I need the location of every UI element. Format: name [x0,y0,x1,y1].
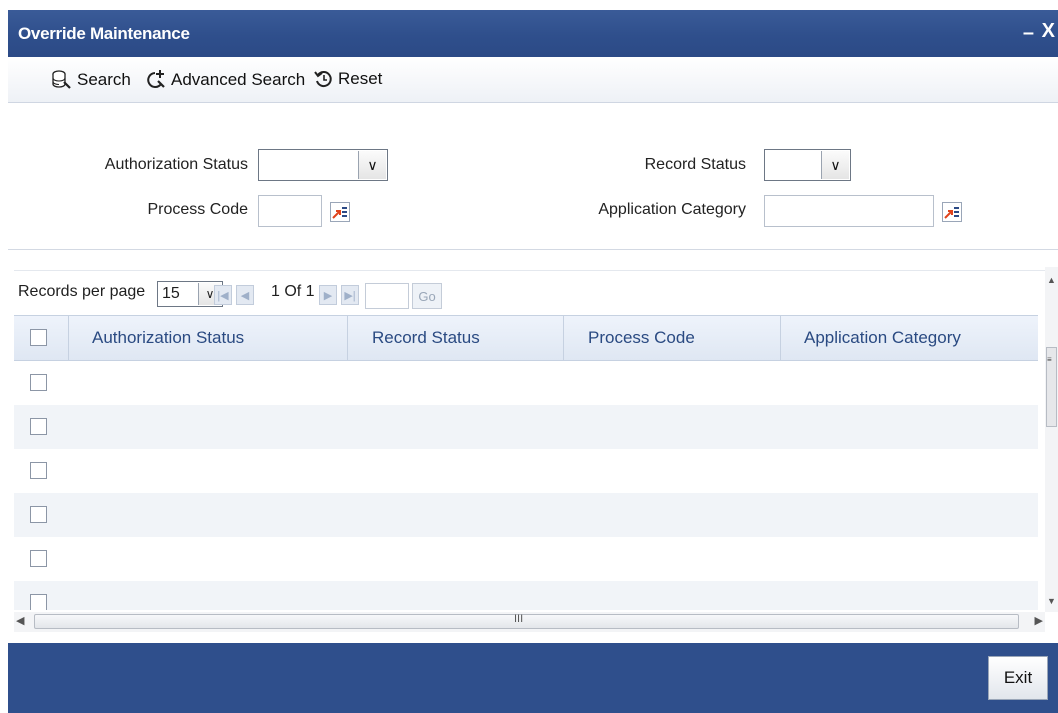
table-row[interactable] [14,361,1038,405]
application-category-input[interactable] [764,195,934,227]
column-divider [780,316,781,360]
page-info: 1 Of 1 [271,283,315,300]
column-divider [563,316,564,360]
advanced-search-label: Advanced Search [171,70,306,89]
table-row[interactable] [14,449,1038,493]
table-row[interactable] [14,493,1038,537]
exit-button[interactable]: Exit [988,656,1048,700]
scroll-right-icon[interactable]: ▶ [1035,614,1043,627]
first-page-icon[interactable]: |◀ [214,285,232,305]
select-all-checkbox[interactable] [30,329,47,346]
authorization-status-select[interactable]: ∨ [258,149,388,181]
column-header-record-status[interactable]: Record Status [372,328,480,348]
chevron-down-icon[interactable]: ∨ [821,151,849,179]
reset-label: Reset [338,69,383,88]
scroll-down-icon[interactable]: ▼ [1047,596,1056,606]
horizontal-scroll-thumb[interactable] [34,614,1019,629]
search-label: Search [77,70,131,89]
scroll-up-icon[interactable]: ▲ [1047,275,1056,285]
row-checkbox[interactable] [30,374,47,391]
previous-page-icon[interactable]: ◀ [236,285,254,305]
application-category-label: Application Category [598,201,746,218]
window-footer: Exit [8,643,1058,713]
minimize-button[interactable]: – [1023,22,1034,45]
process-code-lov-icon[interactable] [330,202,350,222]
row-checkbox[interactable] [30,418,47,435]
records-per-page-label: Records per page [18,283,146,300]
process-code-label: Process Code [147,201,249,218]
row-checkbox[interactable] [30,594,47,610]
column-header-authorization-status[interactable]: Authorization Status [92,328,244,348]
go-button[interactable]: Go [412,283,442,309]
last-page-icon[interactable]: ▶| [341,285,359,305]
reset-icon [314,71,332,88]
column-header-application-category[interactable]: Application Category [804,328,961,348]
pagination-bar: Records per page 15 ∨ |◀ ◀ 1 Of 1 ▶ ▶| G… [14,270,1050,313]
column-header-process-code[interactable]: Process Code [588,328,695,348]
horizontal-scrollbar[interactable]: ◀ III ▶ [14,612,1045,632]
close-button[interactable]: X [1042,20,1055,43]
scroll-left-icon[interactable]: ◀ [16,614,24,627]
authorization-status-label: Authorization Status [104,156,248,173]
application-category-lov-icon[interactable] [942,202,962,222]
row-checkbox[interactable] [30,462,47,479]
record-status-select[interactable]: ∨ [764,149,851,181]
search-db-icon [52,70,71,89]
search-button[interactable]: Search [51,69,131,91]
column-divider [347,316,348,360]
row-checkbox[interactable] [30,550,47,567]
table-header: Authorization Status Record Status Proce… [14,315,1038,361]
table-row[interactable] [14,405,1038,449]
search-criteria-panel: Authorization Status ∨ Record Status ∨ P… [8,103,1058,250]
toolbar: Search Advanced Search Reset [8,57,1058,103]
record-status-label: Record Status [644,156,746,173]
window-title: Override Maintenance [18,24,190,43]
vertical-scrollbar[interactable]: ▲ ≡ ▼ [1045,267,1058,612]
row-checkbox[interactable] [30,506,47,523]
reset-button[interactable]: Reset [314,69,382,89]
advanced-search-button[interactable]: Advanced Search [145,69,305,91]
window-titlebar: Override Maintenance – X [8,10,1058,57]
column-divider [68,316,69,360]
scroll-grip: ≡ [1047,355,1052,364]
advanced-search-icon [147,70,165,88]
table-row[interactable] [14,581,1038,610]
scroll-grip: III [514,613,524,625]
chevron-down-icon[interactable]: ∨ [358,151,386,179]
process-code-input[interactable] [258,195,322,227]
table-row[interactable] [14,537,1038,581]
goto-page-input[interactable] [365,283,409,309]
records-per-page-value: 15 [162,285,180,302]
results-table: Authorization Status Record Status Proce… [14,315,1038,610]
next-page-icon[interactable]: ▶ [319,285,337,305]
